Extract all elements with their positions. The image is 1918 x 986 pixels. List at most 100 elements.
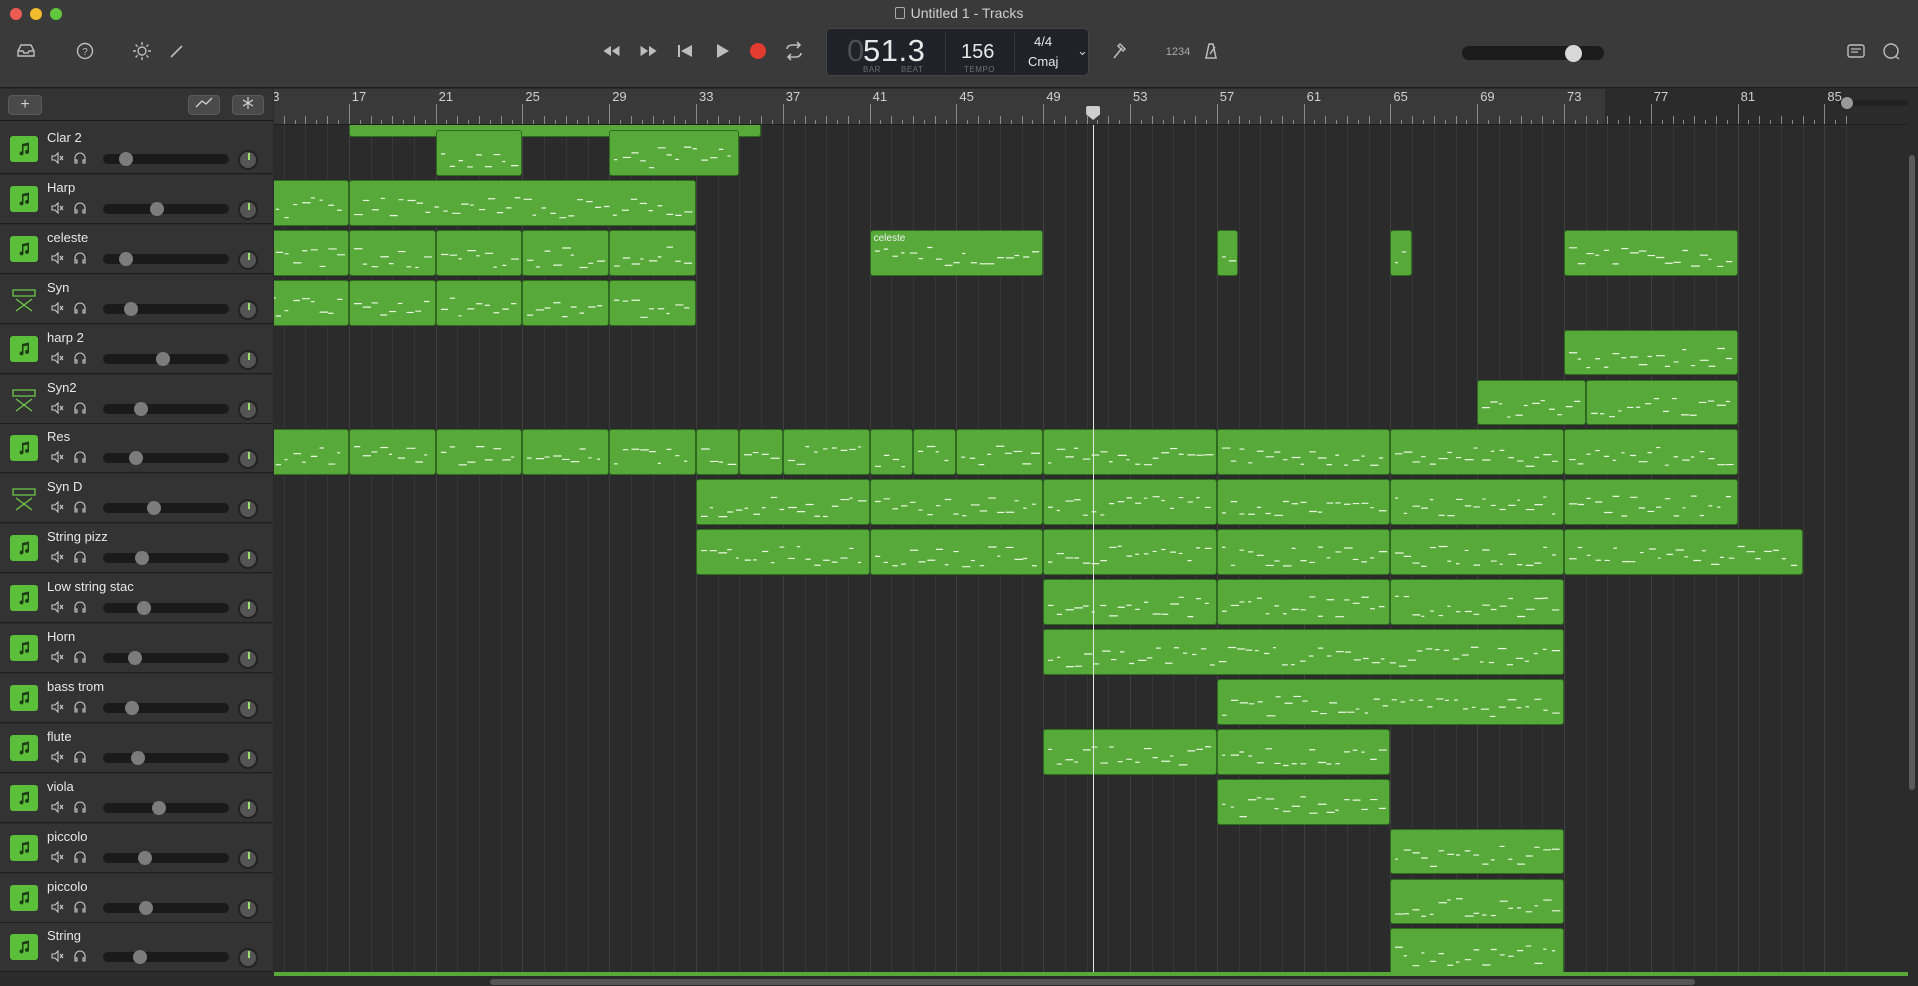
- track-header[interactable]: Clar 2: [0, 125, 273, 174]
- region[interactable]: [1043, 529, 1217, 576]
- region[interactable]: [869, 429, 913, 476]
- region[interactable]: [1390, 479, 1564, 526]
- track-name[interactable]: Res: [47, 429, 70, 444]
- track-name[interactable]: harp 2: [47, 330, 84, 345]
- rewind-icon[interactable]: [597, 40, 625, 64]
- volume-fader-knob[interactable]: [136, 601, 151, 616]
- master-volume-knob[interactable]: [1565, 45, 1582, 62]
- mute-icon[interactable]: [49, 301, 64, 315]
- region[interactable]: [1216, 529, 1391, 576]
- volume-fader[interactable]: [103, 603, 229, 614]
- headphones-icon[interactable]: [72, 751, 87, 764]
- mute-icon[interactable]: [49, 251, 64, 265]
- region[interactable]: [274, 229, 349, 276]
- region[interactable]: [869, 479, 1044, 526]
- track-header[interactable]: flute: [0, 723, 273, 773]
- mute-icon[interactable]: [49, 550, 64, 564]
- volume-fader-knob[interactable]: [152, 800, 167, 815]
- region[interactable]: [1477, 379, 1586, 426]
- track-name[interactable]: Syn: [47, 280, 69, 295]
- volume-fader-knob[interactable]: [133, 950, 148, 965]
- track-name[interactable]: Clar 2: [47, 130, 82, 145]
- region[interactable]: [1390, 579, 1564, 625]
- track-header[interactable]: viola: [0, 773, 273, 823]
- region[interactable]: [1216, 728, 1391, 775]
- region[interactable]: [696, 429, 740, 476]
- track-name[interactable]: Harp: [47, 180, 75, 195]
- track-name[interactable]: String pizz: [47, 529, 108, 544]
- headphones-icon[interactable]: [72, 901, 87, 914]
- track-name[interactable]: piccolo: [47, 829, 87, 844]
- headphones-icon[interactable]: [72, 501, 87, 514]
- track-name[interactable]: celeste: [47, 230, 88, 245]
- track-name[interactable]: flute: [47, 729, 72, 744]
- pan-knob[interactable]: [238, 898, 258, 919]
- track-name[interactable]: Syn D: [47, 479, 82, 494]
- pan-knob[interactable]: [238, 948, 258, 969]
- pan-knob[interactable]: [238, 599, 258, 620]
- headphones-icon[interactable]: [72, 202, 87, 215]
- horizontal-scrollbar-thumb[interactable]: [490, 979, 1695, 985]
- region[interactable]: [869, 529, 1044, 576]
- headphones-icon[interactable]: [72, 801, 87, 814]
- track-header[interactable]: Res: [0, 424, 273, 474]
- region[interactable]: [274, 179, 349, 226]
- volume-fader[interactable]: [103, 952, 229, 963]
- mute-icon[interactable]: [49, 600, 64, 614]
- smart-controls-icon[interactable]: [130, 40, 154, 64]
- track-header[interactable]: Harp: [0, 174, 273, 224]
- region[interactable]: [1043, 479, 1217, 526]
- region[interactable]: [913, 429, 957, 476]
- pan-knob[interactable]: [238, 848, 258, 869]
- mute-icon[interactable]: [49, 850, 64, 864]
- list-editors-icon[interactable]: [1844, 40, 1868, 64]
- mute-icon[interactable]: [49, 451, 64, 464]
- volume-fader[interactable]: [103, 303, 229, 314]
- headphones-icon[interactable]: [72, 352, 87, 365]
- chevron-down-icon[interactable]: ⌄: [1077, 43, 1088, 59]
- region[interactable]: [609, 429, 696, 476]
- pan-knob[interactable]: [238, 349, 258, 370]
- go-to-beginning-icon[interactable]: [673, 40, 697, 64]
- lcd-display[interactable]: 0 51.3 BAR BEAT 156 TEMPO 4/4 Cmaj ⌄: [826, 28, 1089, 76]
- mute-icon[interactable]: [49, 500, 64, 514]
- pan-knob[interactable]: [238, 249, 258, 270]
- headphones-icon[interactable]: [72, 601, 87, 614]
- volume-fader-knob[interactable]: [135, 551, 150, 566]
- volume-fader[interactable]: [103, 752, 229, 763]
- volume-fader[interactable]: [103, 852, 229, 863]
- track-header[interactable]: Syn2: [0, 374, 273, 424]
- headphones-icon[interactable]: [72, 651, 87, 664]
- mute-icon[interactable]: [49, 401, 64, 415]
- region[interactable]: [1390, 928, 1564, 975]
- headphones-icon[interactable]: [72, 701, 87, 714]
- pan-knob[interactable]: [238, 499, 258, 520]
- track-name[interactable]: bass trom: [47, 679, 104, 694]
- region[interactable]: [1216, 429, 1391, 476]
- metronome-icon[interactable]: [1199, 40, 1223, 64]
- mute-icon[interactable]: [49, 800, 64, 814]
- track-header[interactable]: Syn: [0, 274, 273, 324]
- headphones-icon[interactable]: [72, 851, 87, 864]
- region[interactable]: [522, 429, 610, 476]
- region[interactable]: [1216, 229, 1239, 276]
- region[interactable]: [739, 429, 783, 476]
- headphones-icon[interactable]: [72, 950, 87, 963]
- region[interactable]: [1390, 828, 1564, 875]
- track-header[interactable]: Low string stac: [0, 574, 273, 624]
- volume-fader-knob[interactable]: [150, 201, 165, 216]
- tuner-icon[interactable]: [1107, 40, 1131, 64]
- zoom-slider-knob[interactable]: [1841, 97, 1853, 109]
- volume-fader[interactable]: [103, 653, 229, 663]
- flex-icon[interactable]: [232, 95, 264, 115]
- track-header[interactable]: Syn D: [0, 474, 273, 524]
- track-header[interactable]: harp 2: [0, 324, 273, 374]
- region[interactable]: [1216, 579, 1391, 625]
- region[interactable]: [1390, 878, 1564, 925]
- volume-fader-knob[interactable]: [134, 401, 149, 416]
- headphones-icon[interactable]: [72, 302, 87, 315]
- track-name[interactable]: piccolo: [47, 879, 87, 894]
- region[interactable]: [522, 229, 610, 276]
- track-header[interactable]: celeste: [0, 224, 273, 274]
- region[interactable]: [782, 429, 870, 476]
